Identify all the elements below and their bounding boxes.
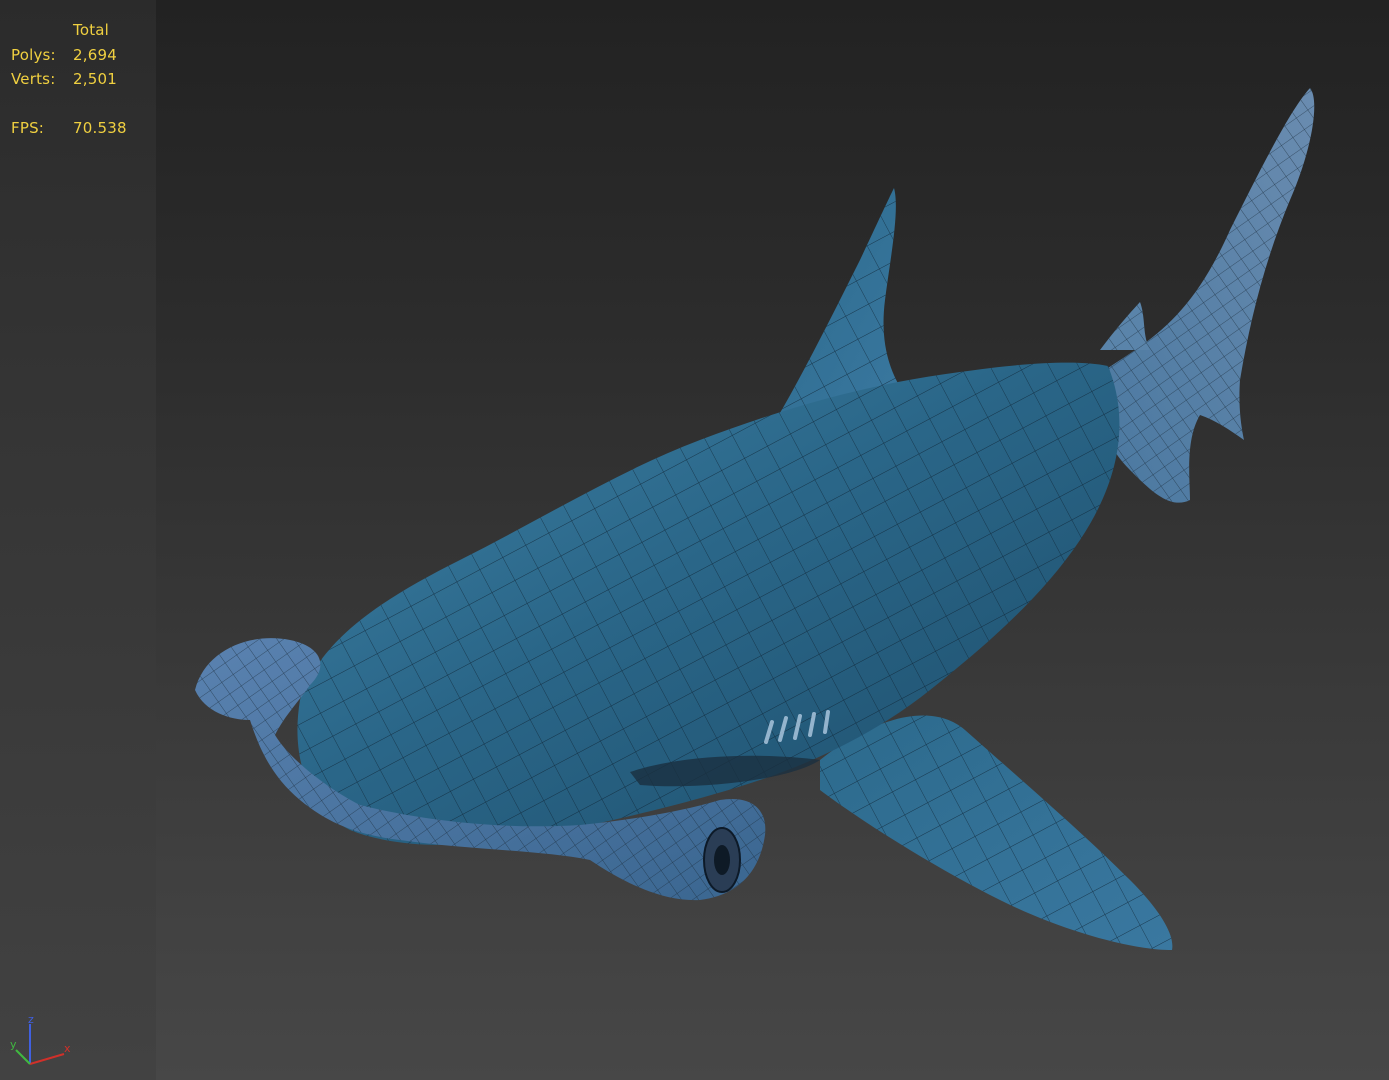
hammerhead-shark-model[interactable] bbox=[0, 0, 1389, 1080]
axis-gizmo: z y x bbox=[10, 1013, 71, 1065]
z-axis-label: z bbox=[28, 1013, 34, 1026]
y-axis-line bbox=[15, 1049, 31, 1065]
pectoral-fin bbox=[820, 715, 1173, 950]
caudal-fin bbox=[1098, 88, 1315, 503]
3d-viewport[interactable]: Total Polys: 2,694 Verts: 2,501 FPS: 70.… bbox=[0, 0, 1389, 1080]
x-axis-line bbox=[29, 1053, 65, 1065]
y-axis-label: y bbox=[10, 1038, 17, 1051]
x-axis-label: x bbox=[64, 1042, 71, 1055]
